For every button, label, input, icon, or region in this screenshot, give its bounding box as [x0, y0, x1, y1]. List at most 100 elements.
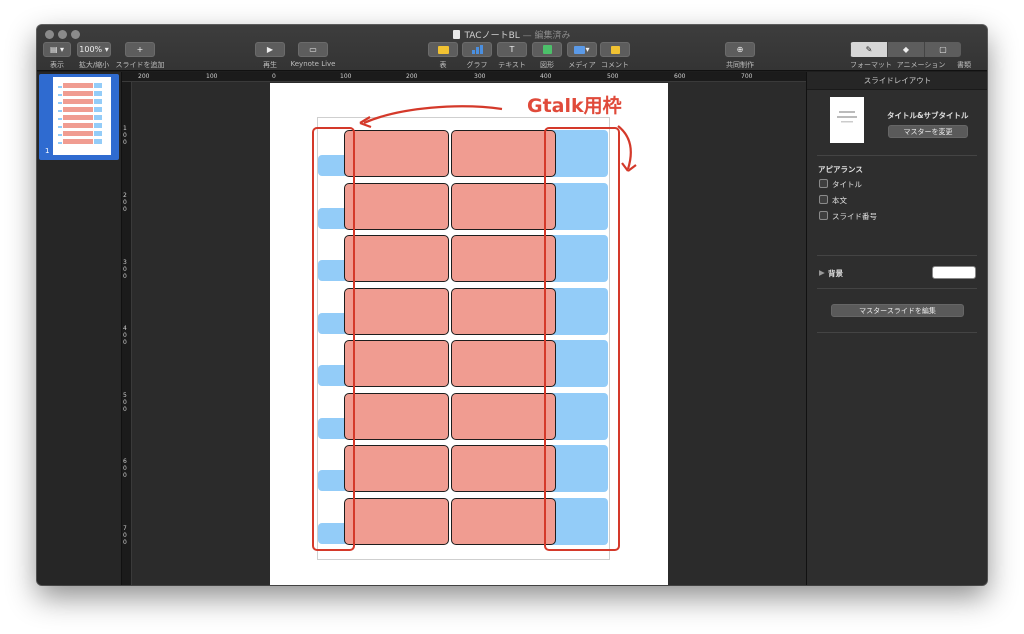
red-card[interactable] [451, 497, 556, 545]
ruler-tick: 400 [540, 73, 552, 80]
body-option-label: 本文 [832, 196, 847, 205]
master-name: タイトル&サブタイトル [887, 111, 969, 120]
divider [817, 288, 977, 289]
shape-icon [542, 45, 552, 54]
background-label: 背景 [828, 269, 843, 278]
shape-label: 図形 [540, 61, 554, 69]
background-color-well[interactable] [932, 266, 976, 279]
red-card[interactable] [344, 235, 449, 282]
red-card[interactable] [344, 497, 449, 545]
media-icon [574, 45, 586, 54]
document-tab[interactable]: ▢ [924, 42, 961, 57]
comment-icon [610, 45, 620, 54]
add-slide-label: スライドを追加 [115, 61, 165, 69]
edit-master-button[interactable]: マスタースライドを編集 [831, 304, 964, 317]
ruler-tick: 100 [206, 73, 218, 80]
red-card[interactable] [451, 445, 556, 492]
divider [817, 255, 977, 256]
bar-chart-icon [471, 45, 483, 54]
gtalk-frame-left [312, 127, 355, 551]
comment-button[interactable] [600, 42, 630, 57]
keynote-window: TACノートBL — 編集済み ▤ ▾ 表示 100% ▾ 拡大/縮小 + スラ… [37, 25, 987, 585]
slide-number: 1 [45, 147, 50, 155]
ruler-tick: 200 [406, 73, 418, 80]
master-thumbnail[interactable] [830, 97, 864, 143]
add-slide-button[interactable]: + [125, 42, 155, 57]
ruler-tick: 600 [123, 458, 127, 479]
keynote-live-button[interactable]: ▭ [298, 42, 328, 57]
ruler-tick: 200 [138, 73, 150, 80]
red-card[interactable] [451, 392, 556, 440]
broadcast-icon: ▭ [309, 45, 317, 54]
format-label: フォーマット [850, 61, 892, 69]
title-checkbox[interactable] [819, 179, 828, 188]
shape-button[interactable] [532, 42, 562, 57]
change-master-button[interactable]: マスターを変更 [888, 125, 968, 138]
chevron-down-icon: ▾ [585, 45, 590, 54]
window-title: TACノートBL — 編集済み [37, 28, 987, 41]
red-card[interactable] [451, 235, 556, 282]
chart-label: グラフ [466, 61, 488, 69]
inspector-header: スライドレイアウト [807, 72, 987, 90]
ruler-tick: 500 [123, 392, 127, 413]
format-inspector: スライドレイアウト タイトル&サブタイトル マスターを変更 アピアランス タイト… [806, 72, 987, 585]
view-label: 表示 [50, 61, 64, 69]
animate-label: アニメーション [896, 61, 946, 69]
toolbar: TACノートBL — 編集済み ▤ ▾ 表示 100% ▾ 拡大/縮小 + スラ… [37, 25, 987, 71]
disclosure-triangle-icon[interactable]: ▶ [819, 268, 825, 277]
format-tab[interactable]: ✎ [850, 42, 887, 57]
plus-icon: + [136, 45, 144, 54]
red-card[interactable] [344, 392, 449, 440]
ruler-tick: 200 [123, 192, 127, 213]
slide[interactable]: Gtalk用枠 [270, 83, 668, 585]
ruler-tick: 500 [607, 73, 619, 80]
red-card[interactable] [344, 287, 449, 335]
arrow-right [617, 125, 632, 170]
red-card[interactable] [344, 445, 449, 492]
ruler-tick: 600 [674, 73, 686, 80]
ruler-tick: 100 [123, 125, 127, 146]
red-card[interactable] [451, 340, 556, 387]
collaborate-label: 共同制作 [726, 61, 754, 69]
document-icon [453, 30, 461, 39]
play-button[interactable]: ▶ [255, 42, 285, 57]
slide-number-checkbox[interactable] [819, 211, 828, 220]
table-icon [437, 45, 449, 54]
ruler-tick: 700 [741, 73, 753, 80]
table-button[interactable] [428, 42, 458, 57]
chevron-down-icon: ▾ [102, 45, 109, 54]
vertical-ruler: 100 200 300 400 500 600 700 [122, 82, 132, 585]
divider [817, 332, 977, 333]
zoom-select[interactable]: 100% ▾ [77, 42, 111, 57]
red-card[interactable] [344, 340, 449, 387]
media-label: メディア [568, 61, 596, 69]
ruler-tick: 0 [272, 73, 276, 80]
ruler-tick: 300 [474, 73, 486, 80]
table-label: 表 [439, 61, 447, 69]
slide-canvas[interactable]: 200 100 0 100 200 300 400 500 600 700 10… [122, 72, 806, 585]
media-button[interactable]: ▾ [567, 42, 597, 57]
annotation-arrows [359, 105, 637, 172]
ruler-tick: 300 [123, 259, 127, 280]
slide-navigator: 1 [37, 72, 122, 585]
zoom-label: 拡大/縮小 [78, 61, 110, 69]
play-label: 再生 [263, 61, 277, 69]
appearance-heading: アピアランス [818, 165, 863, 174]
collaborate-button[interactable]: ⊕ [725, 42, 755, 57]
sidebar-icon: ▤ ▾ [49, 45, 65, 54]
text-icon: T [509, 45, 515, 54]
text-button[interactable]: T [497, 42, 527, 57]
animate-tab[interactable]: ◆ [887, 42, 924, 57]
chart-button[interactable] [462, 42, 492, 57]
document-label: 書類 [957, 61, 971, 69]
red-card[interactable] [451, 287, 556, 335]
slide-thumbnail[interactable] [53, 77, 111, 155]
title-option-label: タイトル [832, 180, 862, 189]
view-button[interactable]: ▤ ▾ [43, 42, 71, 57]
arrow-left [363, 105, 503, 125]
ruler-tick: 100 [340, 73, 352, 80]
body-checkbox[interactable] [819, 195, 828, 204]
ruler-tick: 400 [123, 325, 127, 346]
divider [817, 155, 977, 156]
document-tab-icon: ▢ [939, 45, 947, 54]
